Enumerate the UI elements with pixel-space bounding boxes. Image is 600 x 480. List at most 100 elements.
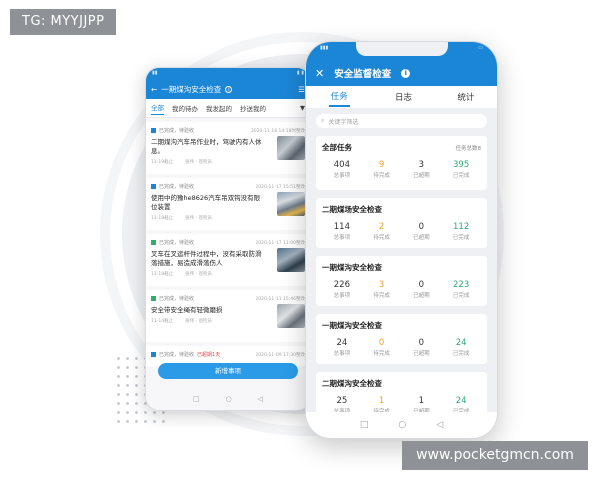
stat-pending: 0 [378,338,385,348]
stat-label: 待完成 [373,351,390,357]
stat-label: 已超期 [413,351,430,357]
stat-label: 总事项 [333,173,351,179]
list-item[interactable]: 已完成，待验收 2020-11-18 14:18时整改 二期煤沟汽车吊作业时，驾驶… [146,122,310,174]
item-owner: 张伟 - 巡检员 [185,319,213,324]
item-status: 已完成，待验收 [159,352,195,358]
card-title: 二期煤场安全检查 [322,205,382,214]
back-arrow-icon[interactable]: ← [151,85,157,94]
stat-total: 114 [333,222,350,232]
tab-tasks[interactable]: 任务 [328,87,350,107]
tab-cc-me[interactable]: 抄送我的 [240,103,266,113]
add-item-button[interactable]: 新增事项 [158,363,298,379]
task-card[interactable]: 一期煤沟安全检查 24 总事项 0 待完成 0 已超期 24 已完成 [316,314,487,364]
battery-icon: ▭ [478,45,483,51]
status-bar: ▮▮ ▮ ▮ [146,68,310,79]
item-time: 2020-11-17 11:00整改 [255,240,305,246]
close-icon[interactable]: ✕ [315,67,324,80]
stat-label: 已完成 [452,293,470,299]
tab-log[interactable]: 日志 [395,91,412,103]
home-icon[interactable]: ○ [226,395,232,403]
back-icon[interactable]: ◁ [436,420,443,430]
task-card[interactable]: 一期煤沟安全检查 226 总事项 3 待完成 0 已超期 223 已完成 [316,256,487,306]
overdue-label: 已超期1天 [197,352,221,358]
item-owner: 张伟 - 巡检员 [185,216,213,221]
recent-apps-icon[interactable]: □ [360,420,369,430]
stat-pending: 9 [378,160,385,170]
back-phone-titlebar: ← 一期煤沟安全检查 i ☰ [146,79,310,99]
watermark-bottom-right: www.pocketgmcn.com [402,441,588,470]
item-time: 2020-11-11 15:46整改 [255,296,305,302]
item-status: 已完成，待验收 [159,296,195,302]
back-phone: ▮▮ ▮ ▮ ← 一期煤沟安全检查 i ☰ 全部 我的待办 我发起的 抄送我的 ▼… [145,67,311,411]
item-photo[interactable] [277,192,305,216]
stat-label: 待完成 [373,293,390,299]
stat-label: 已超期 [413,235,430,241]
stat-label: 已完成 [452,235,470,241]
stat-label: 总事项 [333,351,351,357]
status-square-icon [151,128,156,133]
front-phone: ▮▮▮ ▭ ✕ 安全监督检查 i 任务 日志 统计 ⌕ 关键字筛选 全部任务 任务… [305,41,498,439]
card-title: 二期煤沟安全检查 [322,379,382,388]
recent-apps-icon[interactable]: □ [193,395,200,403]
stat-done: 112 [453,222,470,232]
item-time: 2020-11-18 14:18时整改 [250,128,305,134]
stat-label: 待完成 [373,173,390,179]
stat-total: 404 [333,160,350,170]
task-summary-card[interactable]: 全部任务 任务总数8 404 总事项 9 待完成 3 已超期 395 已完成 [316,136,487,190]
stat-label: 已完成 [452,173,470,179]
list-item[interactable]: 已完成，待验收 2020-11-17 15:51整改 使用中的豫he8626汽车吊… [146,178,310,230]
search-input[interactable]: ⌕ 关键字筛选 [316,114,487,128]
home-icon[interactable]: ○ [398,420,406,430]
item-owner: 张伟 - 巡检员 [185,272,213,277]
item-time: 2020-11-09 17:30整改 [255,352,305,358]
item-photo[interactable] [277,304,305,328]
menu-icon[interactable]: ☰ [298,85,305,94]
front-phone-titlebar: ✕ 安全监督检查 i [306,64,497,82]
item-deadline: 11-18截止 [151,216,174,221]
list-item[interactable]: 已完成，待验收 2020-11-11 15:46整改 安全带安全绳有轻微磨损 11… [146,290,310,342]
stat-label: 已超期 [413,173,430,179]
signal-icon: ▮▮▮ [320,45,329,51]
stat-total: 24 [336,338,348,348]
stat-pending: 1 [378,396,385,406]
stat-total: 226 [333,280,350,290]
stat-pending: 3 [378,280,385,290]
info-icon[interactable]: i [225,85,233,93]
task-card[interactable]: 二期煤场安全检查 114 总事项 2 待完成 0 已超期 112 已完成 [316,198,487,248]
list-item[interactable]: 已完成，待验收 2020-11-17 11:00整改 叉车在叉运杆件过程中，没有采… [146,234,310,286]
card-title: 一期煤沟安全检查 [322,263,382,272]
tab-stats[interactable]: 统计 [457,91,474,103]
stat-label: 已超期 [413,293,430,299]
stat-overdue: 0 [418,338,425,348]
search-placeholder: 关键字筛选 [328,118,359,126]
front-phone-tabs: 任务 日志 统计 [306,86,497,108]
stat-overdue: 0 [418,222,425,232]
stat-label: 总事项 [333,293,351,299]
status-square-icon [151,352,156,357]
back-phone-title: 一期煤沟安全检查 [161,84,222,94]
stage: ▮▮ ▮ ▮ ← 一期煤沟安全检查 i ☰ 全部 我的待办 我发起的 抄送我的 ▼… [0,0,600,480]
card-title: 一期煤沟安全检查 [322,321,382,330]
item-owner: 张伟 - 巡检员 [185,160,213,165]
item-text: 二期煤沟汽车吊作业时，驾驶内有人休息。 [151,138,262,155]
stat-done: 24 [455,338,467,348]
card-title: 全部任务 [322,143,352,152]
item-text: 叉车在叉运杆件过程中，没有采取防滑落措施，易造成滑落伤人 [151,250,262,267]
stat-pending: 2 [378,222,385,232]
task-total-link[interactable]: 任务总数8 [456,144,482,152]
item-deadline: 11-19截止 [151,160,174,165]
item-deadline: 11-14截止 [151,319,174,324]
back-icon[interactable]: ◁ [258,395,263,403]
watermark-top-left: TG: MYYJJPP [10,9,117,35]
info-icon[interactable]: i [401,68,411,78]
item-photo[interactable] [277,248,305,272]
stat-total: 25 [336,396,348,406]
stat-done: 223 [453,280,470,290]
tab-all[interactable]: 全部 [151,102,164,115]
tab-initiated[interactable]: 我发起的 [206,103,232,113]
item-photo[interactable] [277,136,305,160]
tab-my-todo[interactable]: 我的待办 [172,103,198,113]
stat-overdue: 0 [418,280,425,290]
item-text: 使用中的豫he8626汽车吊双钩没有限位装置 [151,194,261,211]
nav-bar: □ ○ ◁ [306,412,497,438]
